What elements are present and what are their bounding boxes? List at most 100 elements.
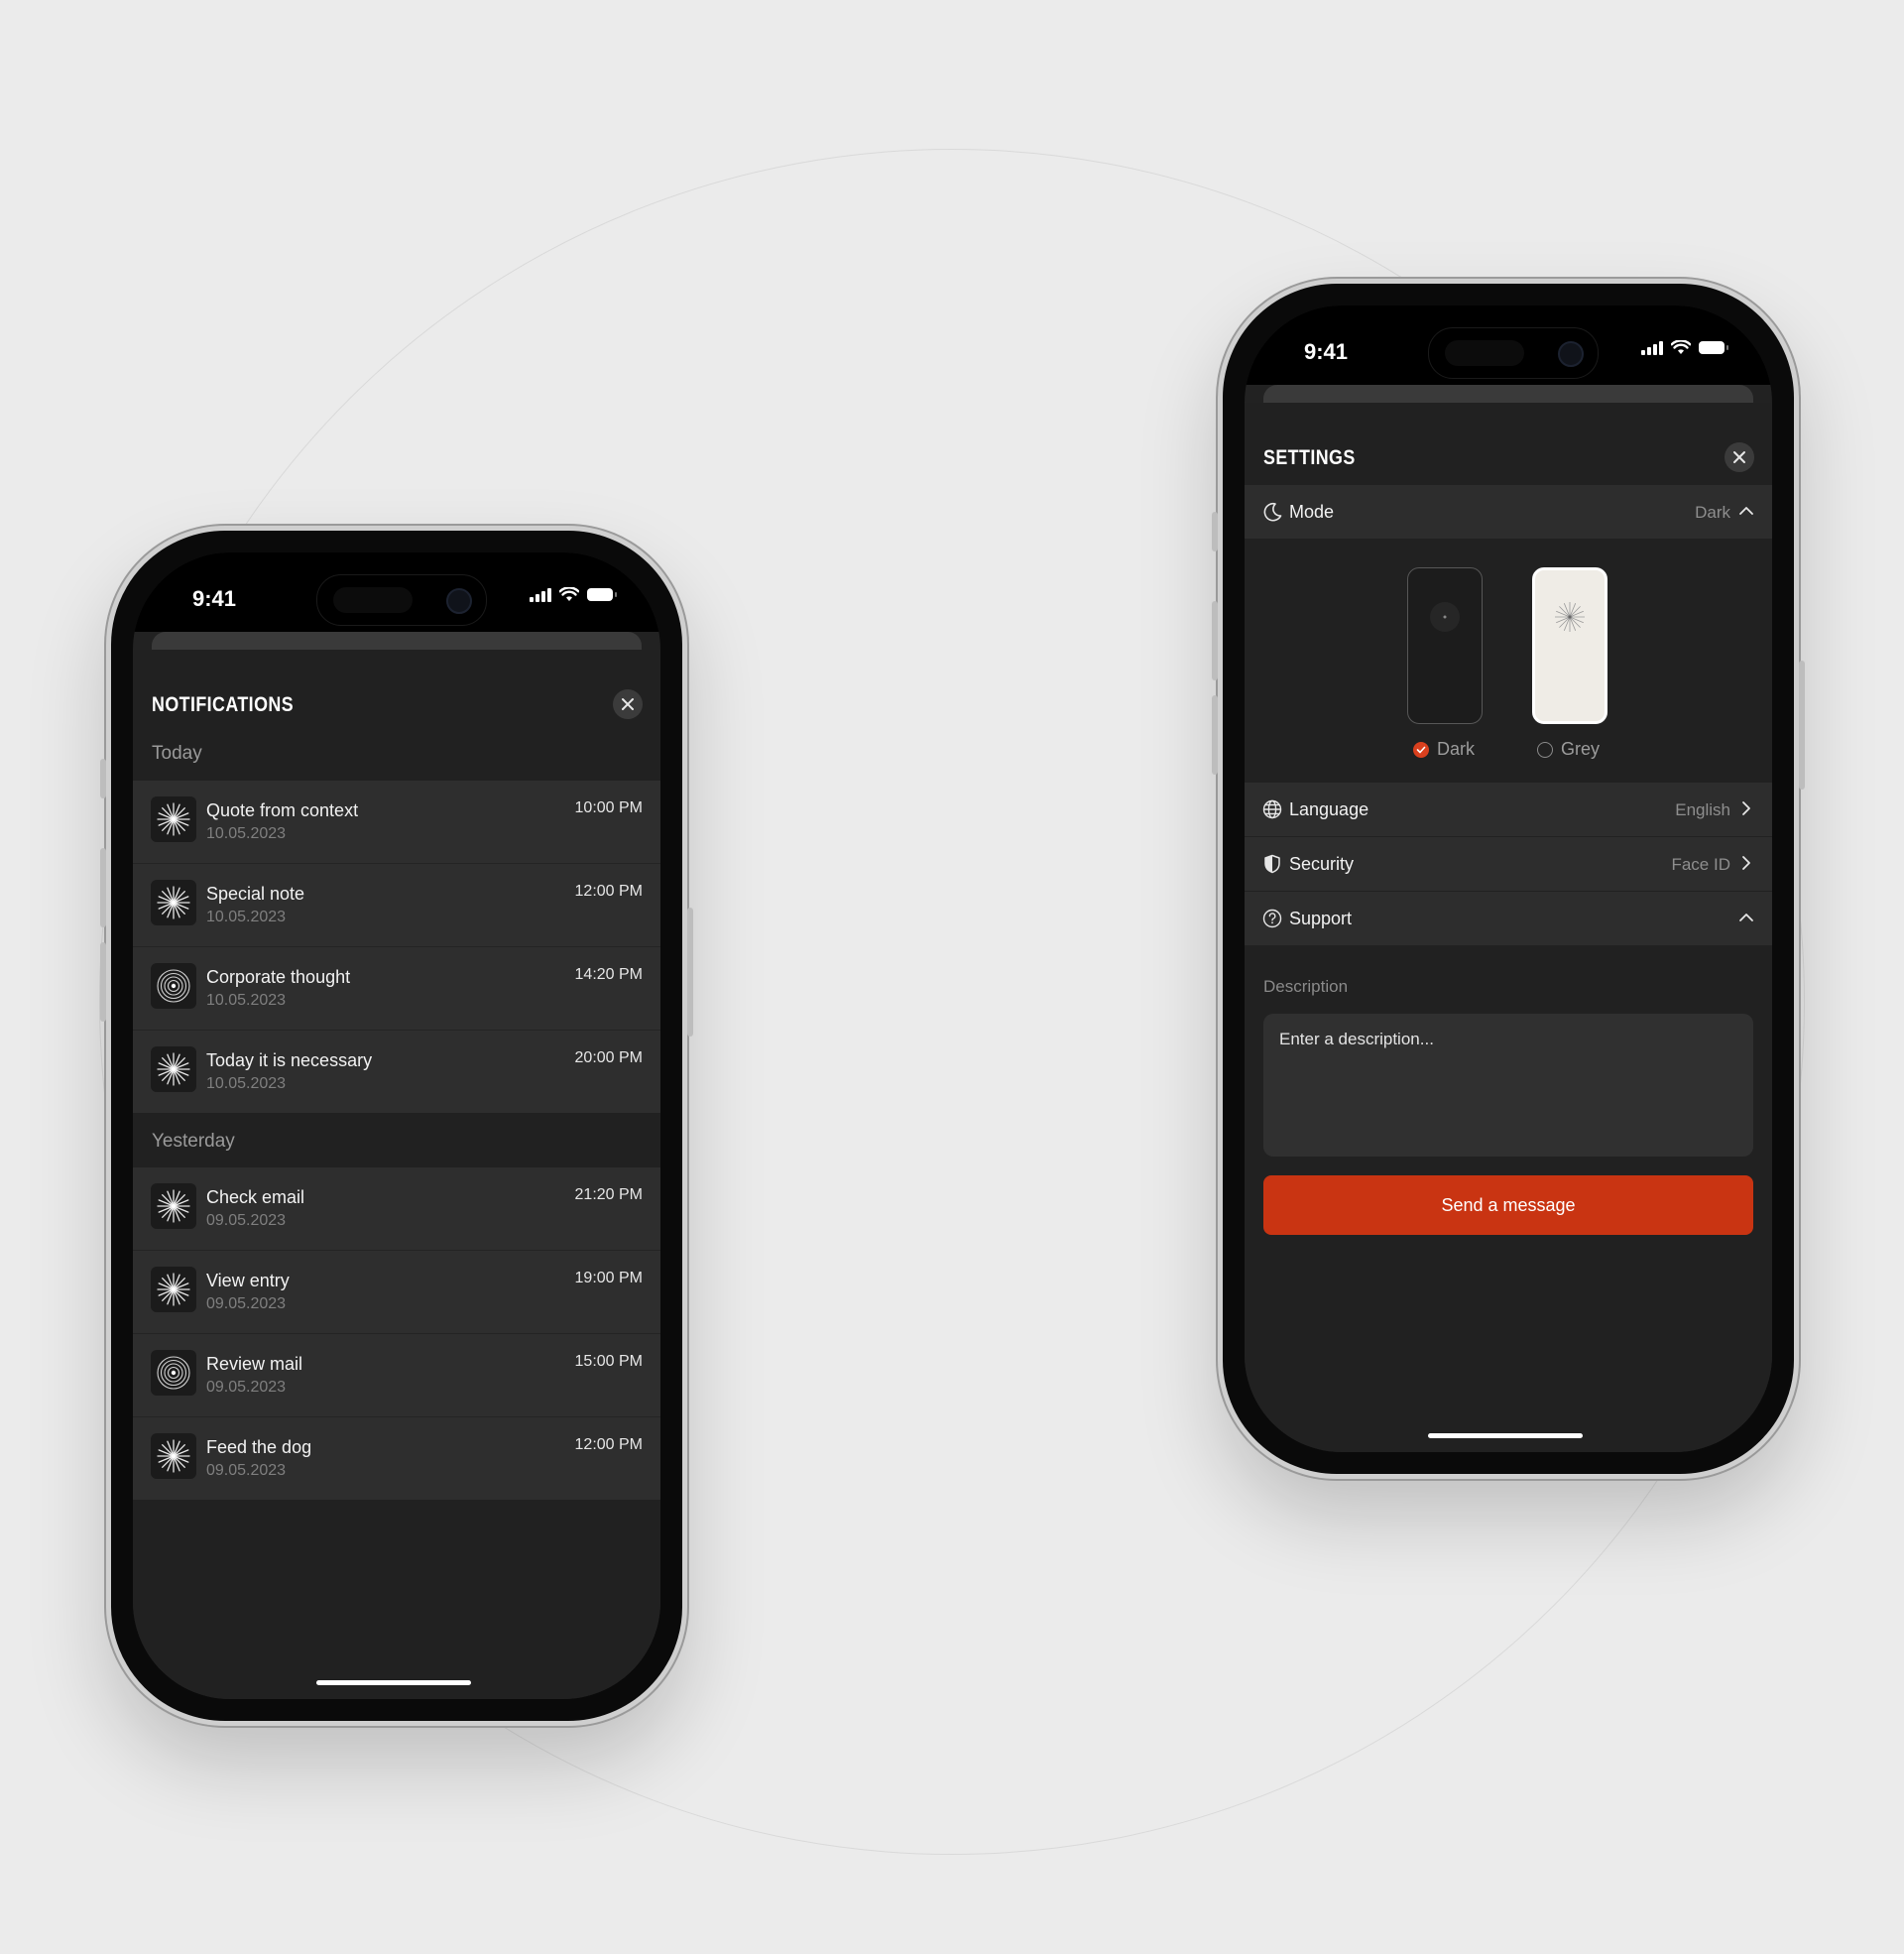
notification-title: Review mail — [206, 1354, 303, 1374]
page-title: NOTIFICATIONS — [152, 693, 295, 716]
chevron-up-icon — [1739, 914, 1753, 921]
notifications-screen: 9:41 NOTIFICATIONS Today Quote from cont… — [133, 552, 660, 1699]
notification-item[interactable]: Corporate thought 10.05.2023 14:20 PM — [133, 947, 660, 1031]
notification-item[interactable]: Feed the dog 09.05.2023 12:00 PM — [133, 1417, 660, 1500]
security-value: Face ID — [1671, 855, 1730, 874]
support-row[interactable]: Support — [1245, 892, 1772, 945]
description-label: Description — [1263, 977, 1349, 996]
notification-time: 12:00 PM — [574, 883, 643, 900]
close-icon — [1733, 451, 1745, 463]
notification-time: 21:20 PM — [574, 1186, 643, 1203]
notification-time: 19:00 PM — [574, 1270, 643, 1286]
close-button[interactable] — [1725, 442, 1754, 472]
dynamic-island — [316, 574, 487, 626]
signal-icon — [530, 587, 551, 602]
wifi-icon — [1671, 340, 1691, 354]
starburst-icon — [151, 1046, 196, 1092]
concentric-circles-icon — [151, 963, 196, 1009]
moon-icon — [1263, 502, 1282, 522]
home-indicator[interactable] — [1428, 1433, 1583, 1438]
notification-date: 10.05.2023 — [206, 992, 287, 1009]
starburst-icon — [151, 1433, 196, 1479]
radio-unchecked-icon — [1537, 741, 1553, 758]
starburst-icon — [151, 1183, 196, 1229]
notification-item[interactable]: Review mail 09.05.2023 15:00 PM — [133, 1334, 660, 1417]
mode-row[interactable]: Mode Dark — [1245, 485, 1772, 539]
notification-item[interactable]: View entry 09.05.2023 19:00 PM — [133, 1251, 660, 1334]
theme-option-grey[interactable]: Grey — [1537, 739, 1600, 760]
notification-title: Today it is necessary — [206, 1050, 373, 1070]
chevron-right-icon — [1742, 856, 1750, 870]
notification-time: 12:00 PM — [574, 1436, 643, 1453]
starburst-icon — [151, 1267, 196, 1312]
status-bar: 9:41 — [133, 552, 660, 632]
status-bar: 9:41 — [1245, 305, 1772, 385]
language-label: Language — [1289, 799, 1369, 819]
globe-icon — [1262, 799, 1282, 819]
starburst-icon — [151, 796, 196, 842]
shield-icon — [1264, 854, 1280, 874]
page-title: SETTINGS — [1263, 446, 1356, 469]
security-label: Security — [1289, 854, 1355, 874]
notifications-sheet: NOTIFICATIONS Today Quote from context 1… — [133, 650, 660, 1699]
settings-sheet: SETTINGS Mode Dark Dark Grey Language En… — [1245, 403, 1772, 1452]
security-row[interactable]: Security Face ID — [1245, 837, 1772, 891]
close-button[interactable] — [613, 689, 643, 719]
send-message-button[interactable]: Send a message — [1263, 1175, 1753, 1235]
sheet-stack-edge — [152, 632, 642, 652]
notification-date: 10.05.2023 — [206, 1075, 287, 1092]
notification-title: View entry — [206, 1271, 290, 1290]
phone-notifications: 9:41 NOTIFICATIONS Today Quote from cont… — [100, 526, 693, 1726]
notification-date: 09.05.2023 — [206, 1379, 287, 1396]
theme-preview-grey[interactable] — [1532, 567, 1607, 724]
settings-screen: 9:41 SETTINGS Mode Dark Dark Grey Langua… — [1245, 305, 1772, 1452]
concentric-circles-icon — [151, 1350, 196, 1396]
battery-icon — [587, 588, 617, 601]
notification-title: Feed the dog — [206, 1437, 312, 1457]
home-indicator[interactable] — [316, 1680, 471, 1685]
notification-date: 10.05.2023 — [206, 825, 287, 842]
notification-item[interactable]: Check email 09.05.2023 21:20 PM — [133, 1167, 660, 1251]
status-icons — [530, 587, 617, 602]
language-row[interactable]: Language English — [1245, 783, 1772, 836]
notification-time: 10:00 PM — [574, 799, 643, 816]
language-value: English — [1675, 800, 1730, 819]
notification-item[interactable]: Quote from context 10.05.2023 10:00 PM — [133, 781, 660, 864]
chevron-up-icon — [1739, 507, 1753, 515]
theme-preview-dark[interactable] — [1407, 567, 1483, 724]
notification-item[interactable]: Special note 10.05.2023 12:00 PM — [133, 864, 660, 947]
status-time: 9:41 — [192, 586, 237, 611]
support-label: Support — [1289, 909, 1353, 928]
phone-settings: 9:41 SETTINGS Mode Dark Dark Grey Langua… — [1212, 279, 1805, 1479]
battery-icon — [1699, 341, 1728, 354]
mode-options-panel: Dark Grey — [1245, 539, 1772, 783]
wifi-icon — [559, 587, 579, 601]
status-icons — [1641, 340, 1728, 355]
theme-option-label: Grey — [1561, 739, 1601, 759]
notification-date: 09.05.2023 — [206, 1462, 287, 1479]
mode-label: Mode — [1289, 502, 1335, 522]
starburst-icon — [151, 880, 196, 925]
theme-option-dark[interactable]: Dark — [1413, 739, 1475, 760]
notification-time: 14:20 PM — [574, 966, 643, 983]
chevron-right-icon — [1742, 801, 1750, 815]
notification-item[interactable]: Today it is necessary 10.05.2023 20:00 P… — [133, 1031, 660, 1113]
send-message-label: Send a message — [1441, 1194, 1576, 1215]
notification-title: Special note — [206, 884, 305, 904]
description-placeholder: Enter a description... — [1279, 1030, 1434, 1048]
notification-group-yesterday: Check email 09.05.2023 21:20 PM View ent… — [133, 1167, 660, 1500]
dynamic-island — [1428, 327, 1599, 379]
notification-date: 10.05.2023 — [206, 909, 287, 925]
theme-option-label: Dark — [1437, 739, 1476, 759]
description-field[interactable]: Enter a description... — [1263, 1014, 1753, 1157]
section-label-today: Today — [152, 743, 202, 764]
mode-value: Dark — [1695, 503, 1730, 522]
status-time: 9:41 — [1304, 339, 1349, 364]
notification-title: Quote from context — [206, 800, 359, 820]
radio-checked-icon — [1413, 741, 1429, 758]
notification-title: Check email — [206, 1187, 305, 1207]
close-icon — [622, 698, 634, 710]
question-circle-icon — [1262, 909, 1282, 928]
notification-group-today: Quote from context 10.05.2023 10:00 PM S… — [133, 781, 660, 1113]
notification-time: 15:00 PM — [574, 1353, 643, 1370]
